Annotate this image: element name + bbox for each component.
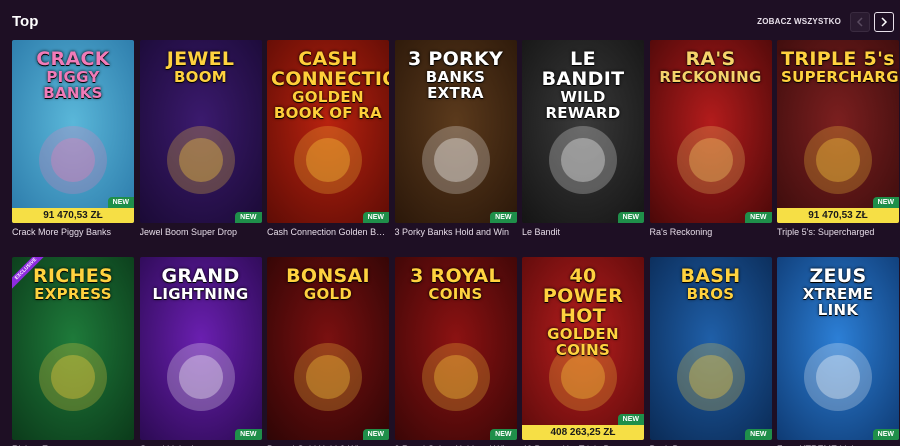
game-logo-line2: LIGHTNING (152, 284, 249, 303)
game-logo-line2: BANKS EXTRA (425, 67, 486, 102)
new-badge: NEW (617, 414, 644, 425)
jackpot-amount: 408 263,25 ZŁ (522, 425, 644, 440)
game-logo: TRIPLE 5's SUPERCHARGED (781, 48, 899, 86)
game-tile[interactable]: CRACK PIGGY BANKS NEW 91 470,53 ZŁ Crack… (12, 40, 134, 238)
game-grid: CRACK PIGGY BANKS NEW 91 470,53 ZŁ Crack… (12, 40, 899, 446)
game-name[interactable]: Jewel Boom Super Drop (140, 226, 262, 238)
new-badge: NEW (362, 212, 389, 223)
carousel-next-button[interactable] (874, 12, 894, 32)
game-thumbnail[interactable]: 3 ROYAL COINS NEW (394, 257, 517, 440)
game-logo: BONSAI GOLD (271, 265, 385, 303)
game-name[interactable]: Crack More Piggy Banks (12, 226, 134, 238)
game-logo-line1: GRAND (161, 265, 240, 287)
new-badge: NEW (745, 429, 772, 440)
game-logo-line2: SUPERCHARGED (781, 67, 899, 86)
game-logo: 3 PORKY BANKS EXTRA (399, 48, 513, 102)
game-thumbnail[interactable]: BASH BROS NEW (649, 257, 772, 440)
game-thumbnail[interactable]: ZEUS XTREME LINK NEW (777, 257, 899, 440)
game-thumbnail[interactable]: BONSAI GOLD NEW (267, 257, 389, 440)
game-logo-line1: 3 PORKY (407, 48, 504, 70)
game-tile[interactable]: 3 ROYAL COINS NEW 3 Royal Coins: Hold an… (394, 257, 517, 446)
new-badge: NEW (107, 197, 134, 208)
game-logo-line1: BONSAI (286, 265, 370, 287)
game-logo: BASH BROS (654, 265, 768, 303)
section-header: Top ZOBACZ WSZYSTKO (12, 10, 894, 34)
game-logo-line1: 3 ROYAL (410, 265, 501, 287)
game-logo-line2: BROS (686, 284, 735, 303)
game-thumbnail[interactable]: RICHES EXPRESS EXCLUSIVE (12, 257, 134, 440)
game-logo-line1: CRACK (36, 48, 110, 70)
chevron-left-icon (856, 17, 863, 27)
new-badge: NEW (872, 429, 899, 440)
game-logo-line2: COINS (428, 284, 483, 303)
new-badge: NEW (235, 429, 262, 440)
game-logo: LE BANDIT WILD REWARD (526, 48, 640, 122)
game-logo-line2: PIGGY BANKS (43, 67, 103, 102)
game-thumbnail[interactable]: 3 PORKY BANKS EXTRA NEW (394, 40, 517, 223)
game-logo-line1: BASH (680, 265, 741, 287)
game-logo-line2: RECKONING (659, 67, 762, 86)
jackpot-amount: 91 470,53 ZŁ (777, 208, 899, 223)
game-logo-line2: GOLDEN BOOK OF RA (273, 87, 383, 122)
game-name[interactable]: Le Bandit (522, 226, 644, 238)
new-badge: NEW (362, 429, 389, 440)
game-logo: GRAND LIGHTNING (144, 265, 258, 303)
game-thumbnail[interactable]: 40 POWER HOT GOLDEN COINS NEW 408 263,25… (522, 257, 644, 440)
game-logo-line2: GOLDEN COINS (547, 324, 619, 359)
game-thumbnail[interactable]: CRACK PIGGY BANKS NEW 91 470,53 ZŁ (12, 40, 134, 223)
game-tile[interactable]: RA'S RECKONING NEW Ra's Reckoning (649, 40, 772, 238)
game-tile[interactable]: BONSAI GOLD NEW Bonsai Gold Hold & Win (267, 257, 389, 446)
new-badge: NEW (872, 197, 899, 208)
game-logo: ZEUS XTREME LINK (781, 265, 895, 319)
new-badge: NEW (745, 212, 772, 223)
game-logo-line2: BOOM (173, 67, 228, 86)
new-badge: NEW (490, 212, 517, 223)
game-thumbnail[interactable]: RA'S RECKONING NEW (649, 40, 772, 223)
exclusive-ribbon: EXCLUSIVE (12, 257, 52, 297)
game-tile[interactable]: JEWEL BOOM NEW Jewel Boom Super Drop (139, 40, 262, 238)
jackpot-amount: 91 470,53 ZŁ (12, 208, 134, 223)
game-name[interactable]: Triple 5's: Supercharged (777, 226, 899, 238)
game-logo-line1: ZEUS (809, 265, 867, 287)
game-logo-line2: WILD REWARD (545, 87, 621, 122)
game-logo: 3 ROYAL COINS (399, 265, 513, 303)
game-logo-line1: 40 POWER HOT (542, 265, 624, 327)
game-thumbnail[interactable]: LE BANDIT WILD REWARD NEW (522, 40, 644, 223)
game-logo-line2: XTREME LINK (802, 284, 874, 319)
chevron-right-icon (881, 17, 888, 27)
carousel-prev-button[interactable] (850, 12, 870, 32)
new-badge: NEW (490, 429, 517, 440)
game-tile[interactable]: ZEUS XTREME LINK NEW Zeus XTREME Link (777, 257, 899, 446)
game-logo: CRACK PIGGY BANKS (16, 48, 130, 102)
game-thumbnail[interactable]: CASH CONNECTION GOLDEN BOOK OF RA NEW (267, 40, 389, 223)
section-title: Top (12, 13, 39, 30)
game-tile[interactable]: BASH BROS NEW Bash Bros (649, 257, 772, 446)
game-name[interactable]: Cash Connection Golden Book of Ra (267, 226, 389, 238)
game-tile[interactable]: TRIPLE 5's SUPERCHARGED NEW 91 470,53 ZŁ… (777, 40, 899, 238)
game-tile[interactable]: RICHES EXPRESS EXCLUSIVE Riches Express (12, 257, 134, 446)
see-all-link[interactable]: ZOBACZ WSZYSTKO (757, 17, 841, 26)
game-thumbnail[interactable]: GRAND LIGHTNING NEW (139, 257, 262, 440)
game-logo: JEWEL BOOM (144, 48, 258, 86)
game-tile[interactable]: LE BANDIT WILD REWARD NEW Le Bandit (522, 40, 644, 238)
game-logo: CASH CONNECTION GOLDEN BOOK OF RA (271, 48, 389, 122)
game-logo-line1: TRIPLE 5's (781, 48, 895, 70)
game-logo: RA'S RECKONING (654, 48, 768, 86)
game-logo-line2: GOLD (303, 284, 353, 303)
new-badge: NEW (235, 212, 262, 223)
game-tile[interactable]: CASH CONNECTION GOLDEN BOOK OF RA NEW Ca… (267, 40, 389, 238)
game-thumbnail[interactable]: TRIPLE 5's SUPERCHARGED NEW 91 470,53 ZŁ (777, 40, 899, 223)
game-name[interactable]: Ra's Reckoning (650, 226, 772, 238)
game-tile[interactable]: 3 PORKY BANKS EXTRA NEW 3 Porky Banks Ho… (394, 40, 517, 238)
game-tile[interactable]: 40 POWER HOT GOLDEN COINS NEW 408 263,25… (522, 257, 644, 446)
game-logo-line1: CASH CONNECTION (271, 48, 389, 90)
game-name[interactable]: 3 Porky Banks Hold and Win (395, 226, 517, 238)
new-badge: NEW (617, 212, 644, 223)
game-logo-line1: LE BANDIT (541, 48, 625, 90)
game-logo-line1: RA'S (685, 48, 736, 70)
game-logo-line1: JEWEL (166, 48, 235, 70)
game-logo: 40 POWER HOT GOLDEN COINS (526, 265, 640, 359)
game-tile[interactable]: GRAND LIGHTNING NEW Grand Lightning (139, 257, 262, 446)
game-thumbnail[interactable]: JEWEL BOOM NEW (139, 40, 262, 223)
